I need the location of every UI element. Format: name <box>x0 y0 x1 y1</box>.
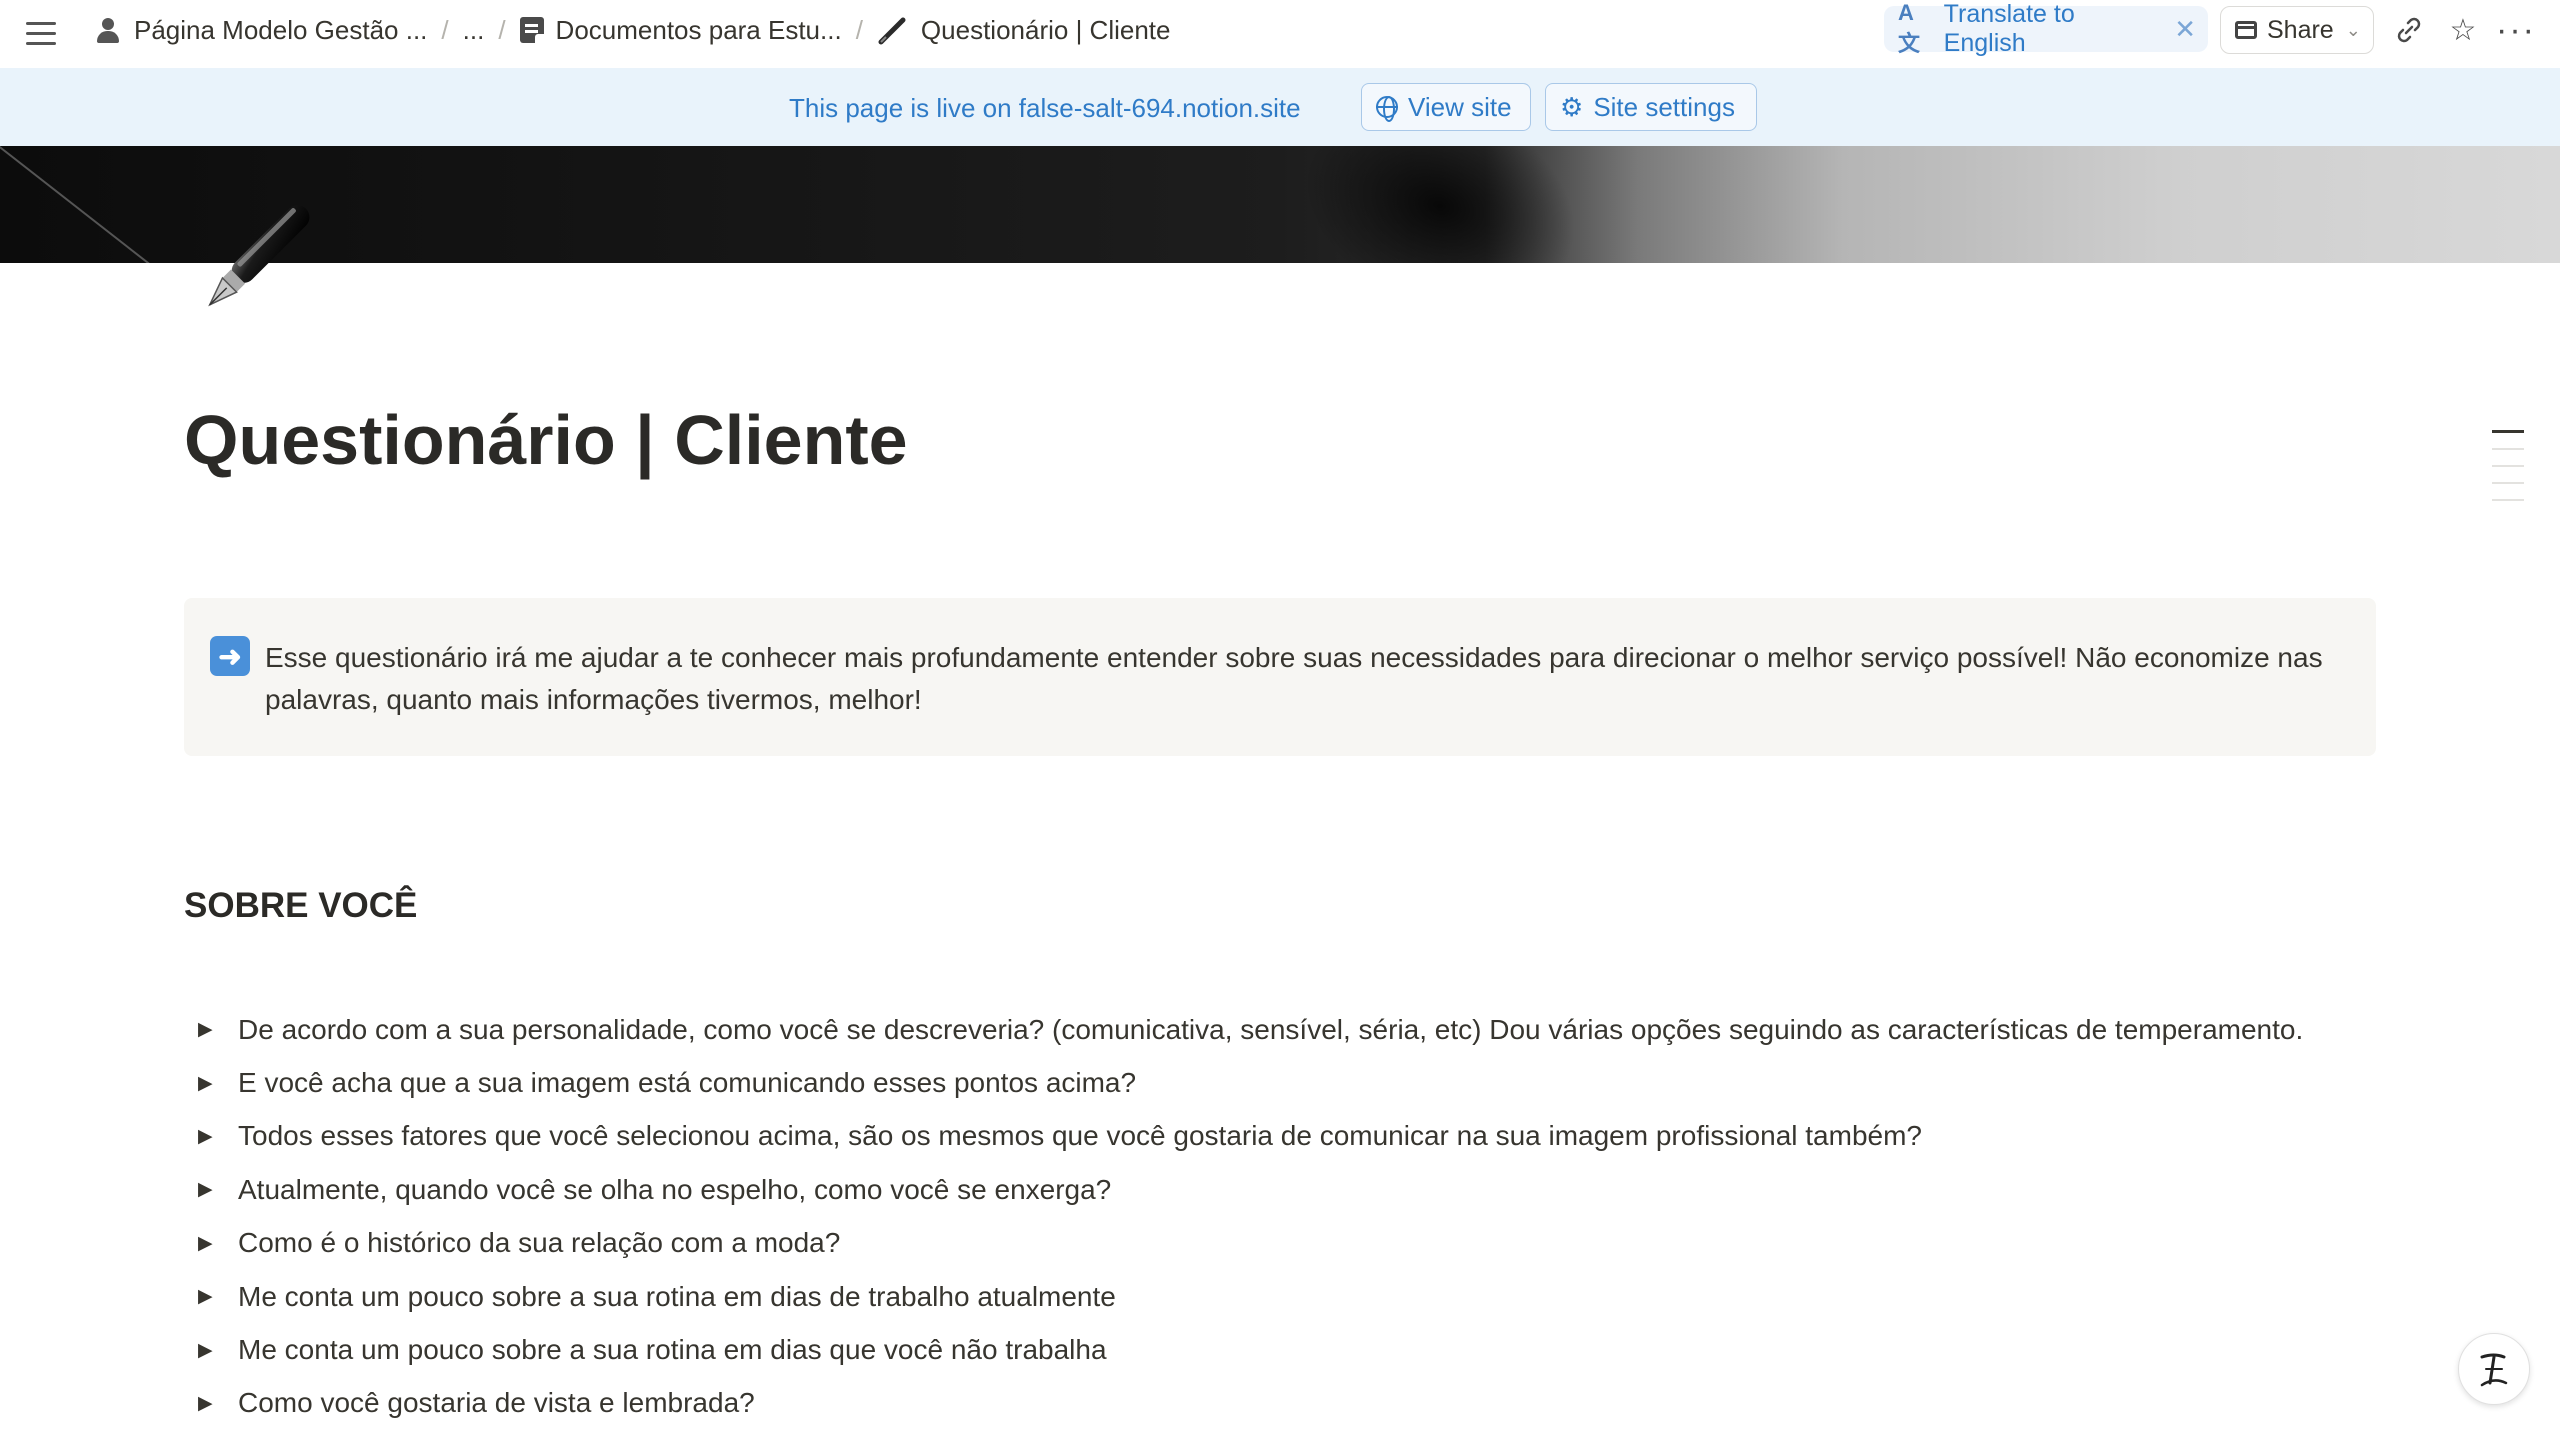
translate-icon: A文 <box>1898 0 1920 56</box>
pen-icon <box>878 17 906 45</box>
notion-ai-icon <box>2480 1353 2508 1387</box>
breadcrumb-separator: / <box>498 14 506 45</box>
toggle-label: Atualmente, quando você se olha no espel… <box>238 1173 1112 1205</box>
callout-text[interactable]: Esse questionário irá me ajudar a te con… <box>265 637 2345 721</box>
table-of-contents-outline[interactable] <box>2492 430 2524 516</box>
breadcrumb: Página Modelo Gestão ... / ... / Documen… <box>86 0 1178 60</box>
banner-text: This page is live on false-salt-694.noti… <box>789 93 1301 123</box>
breadcrumb-item-ellipsis[interactable]: ... <box>455 11 493 50</box>
share-button[interactable]: Share ⌄ <box>2220 6 2374 54</box>
close-icon[interactable]: ✕ <box>2174 14 2196 45</box>
breadcrumb-item-documents[interactable]: Documentos para Estu... <box>512 11 850 50</box>
document-icon <box>519 17 544 43</box>
toggle-list: ▶ De acordo com a sua personalidade, como… <box>190 1003 2390 1430</box>
translate-label: Translate to English <box>1943 0 2075 57</box>
toggle-arrow-icon[interactable]: ▶ <box>190 1285 238 1308</box>
breadcrumb-item-workspace[interactable]: Página Modelo Gestão ... <box>86 11 435 50</box>
toggle-item[interactable]: ▶ Atualmente, quando você se olha no espe… <box>190 1163 2390 1216</box>
breadcrumb-label: Página Modelo Gestão ... <box>134 14 428 45</box>
breadcrumb-label: Questionário | Cliente <box>920 14 1171 45</box>
toggle-item[interactable]: ▶ Como você gostaria de vista e lembrada? <box>190 1377 2390 1430</box>
top-bar: Página Modelo Gestão ... / ... / Documen… <box>0 0 2560 68</box>
toggle-item[interactable]: ▶ Me conta um pouco sobre a sua rotina em… <box>190 1270 2390 1323</box>
toggle-arrow-icon[interactable]: ▶ <box>190 1072 238 1095</box>
cover-image[interactable] <box>0 146 2560 263</box>
gear-icon: ⚙ <box>1560 91 1584 122</box>
toggle-arrow-icon[interactable]: ▶ <box>190 1018 238 1041</box>
toggle-label: Como você gostaria de vista e lembrada? <box>238 1387 755 1419</box>
view-site-label: View site <box>1408 91 1512 122</box>
site-settings-label: Site settings <box>1593 91 1735 122</box>
site-settings-button[interactable]: ⚙ Site settings <box>1545 83 1757 131</box>
share-label: Share <box>2267 15 2334 44</box>
toggle-label: Me conta um pouco sobre a sua rotina em … <box>238 1280 1116 1312</box>
toggle-arrow-icon[interactable]: ▶ <box>190 1392 238 1415</box>
section-heading[interactable]: SOBRE VOCÊ <box>184 886 417 926</box>
page-title[interactable]: Questionário | Cliente <box>184 400 908 480</box>
toggle-arrow-icon[interactable]: ▶ <box>190 1178 238 1201</box>
breadcrumb-label: Documentos para Estu... <box>555 14 842 45</box>
breadcrumb-separator: / <box>855 14 863 45</box>
toggle-item[interactable]: ▶ Todos esses fatores que você selecionou… <box>190 1110 2390 1163</box>
toggle-arrow-icon[interactable]: ▶ <box>190 1339 238 1362</box>
menu-icon[interactable] <box>26 16 60 50</box>
breadcrumb-item-current-page[interactable]: Questionário | Cliente <box>869 10 1179 50</box>
breadcrumb-label: ... <box>462 14 485 45</box>
translate-button[interactable]: A文 Translate to English ✕ <box>1884 0 2208 57</box>
toggle-label: E você acha que a sua imagem está comuni… <box>238 1067 1137 1099</box>
toggle-label: Como é o histórico da sua relação com a … <box>238 1227 841 1259</box>
toggle-arrow-icon[interactable]: ▶ <box>190 1125 238 1148</box>
share-icon <box>2235 21 2257 39</box>
globe-icon <box>1376 96 1398 122</box>
fountain-pen-icon[interactable] <box>180 186 330 336</box>
toggle-item[interactable]: ▶ De acordo com a sua personalidade, como… <box>190 1003 2390 1056</box>
site-live-banner: This page is live on false-salt-694.noti… <box>0 68 2560 146</box>
toggle-label: Todos esses fatores que você selecionou … <box>238 1120 1922 1152</box>
toggle-arrow-icon[interactable]: ▶ <box>190 1232 238 1255</box>
link-icon[interactable] <box>2389 10 2429 50</box>
callout-block[interactable]: ➜ Esse questionário irá me ajudar a te c… <box>184 598 2376 756</box>
breadcrumb-separator: / <box>441 14 449 45</box>
chevron-down-icon: ⌄ <box>2345 19 2361 40</box>
toggle-label: De acordo com a sua personalidade, como … <box>238 1013 2304 1045</box>
star-icon[interactable]: ☆ <box>2443 10 2483 50</box>
toggle-item[interactable]: ▶ Me conta um pouco sobre a sua rotina em… <box>190 1323 2390 1376</box>
toggle-item[interactable]: ▶ E você acha que a sua imagem está comun… <box>190 1056 2390 1109</box>
person-icon <box>94 16 122 44</box>
view-site-button[interactable]: View site <box>1361 83 1531 131</box>
toggle-label: Me conta um pouco sobre a sua rotina em … <box>238 1334 1107 1366</box>
right-arrow-emoji-icon: ➜ <box>210 636 250 676</box>
more-icon[interactable]: ··· <box>2496 10 2536 50</box>
notion-ai-button[interactable] <box>2458 1333 2530 1405</box>
toggle-item[interactable]: ▶ Como é o histórico da sua relação com a… <box>190 1217 2390 1270</box>
